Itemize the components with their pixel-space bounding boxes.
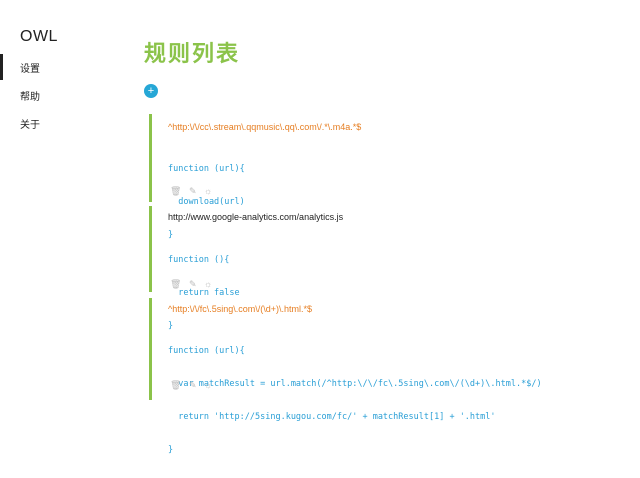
- settings-icon[interactable]: ☼: [204, 279, 212, 289]
- page-title: 规则列表: [144, 41, 241, 66]
- app-brand: OWL: [20, 28, 58, 45]
- rule-actions: 🗑 ✎ ☼: [170, 279, 217, 290]
- rule-card: http://www.google-analytics.com/analytic…: [149, 206, 640, 331]
- code-line: function (url){: [168, 346, 245, 356]
- delete-icon[interactable]: 🗑: [170, 186, 181, 196]
- rule-pattern: ^http:\/\/fc\.5sing\.com\/(\d+)\.html.*$: [168, 304, 313, 314]
- code-line: }: [168, 445, 174, 455]
- rule-actions: 🗑 ✎ ☼: [170, 186, 217, 197]
- add-rule-button[interactable]: +: [144, 84, 158, 98]
- sidebar-item-about[interactable]: 关于: [20, 116, 40, 131]
- delete-icon[interactable]: 🗑: [170, 380, 181, 390]
- code-line: return 'http://5sing.kugou.com/fc/' + ma…: [168, 412, 496, 422]
- rule-code: function (url){ var matchResult = url.ma…: [168, 324, 542, 478]
- code-line: var matchResult = url.match(/^http:\/\/f…: [168, 379, 542, 389]
- rule-actions: 🗑 ✎ ☼: [170, 380, 217, 391]
- edit-icon[interactable]: ✎: [189, 279, 197, 289]
- settings-icon[interactable]: ☼: [204, 186, 212, 196]
- sidebar: OWL 设置 帮助 关于: [0, 0, 120, 400]
- code-line: function (url){: [168, 164, 245, 174]
- rule-card: ^http:\/\/fc\.5sing\.com\/(\d+)\.html.*$…: [149, 298, 640, 455]
- rule-pattern: http://www.google-analytics.com/analytic…: [168, 212, 344, 222]
- sidebar-item-help[interactable]: 帮助: [20, 88, 40, 103]
- edit-icon[interactable]: ✎: [189, 380, 197, 390]
- settings-icon[interactable]: ☼: [204, 380, 212, 390]
- delete-icon[interactable]: 🗑: [170, 279, 181, 289]
- rule-card: ^http:\/\/cc\.stream\.qqmusic\.qq\.com\/…: [149, 114, 640, 240]
- code-line: function (){: [168, 255, 230, 265]
- edit-icon[interactable]: ✎: [189, 186, 197, 196]
- plus-icon: +: [147, 85, 155, 97]
- sidebar-item-settings[interactable]: 设置: [0, 54, 40, 80]
- rule-pattern: ^http:\/\/cc\.stream\.qqmusic\.qq\.com\/…: [168, 122, 362, 132]
